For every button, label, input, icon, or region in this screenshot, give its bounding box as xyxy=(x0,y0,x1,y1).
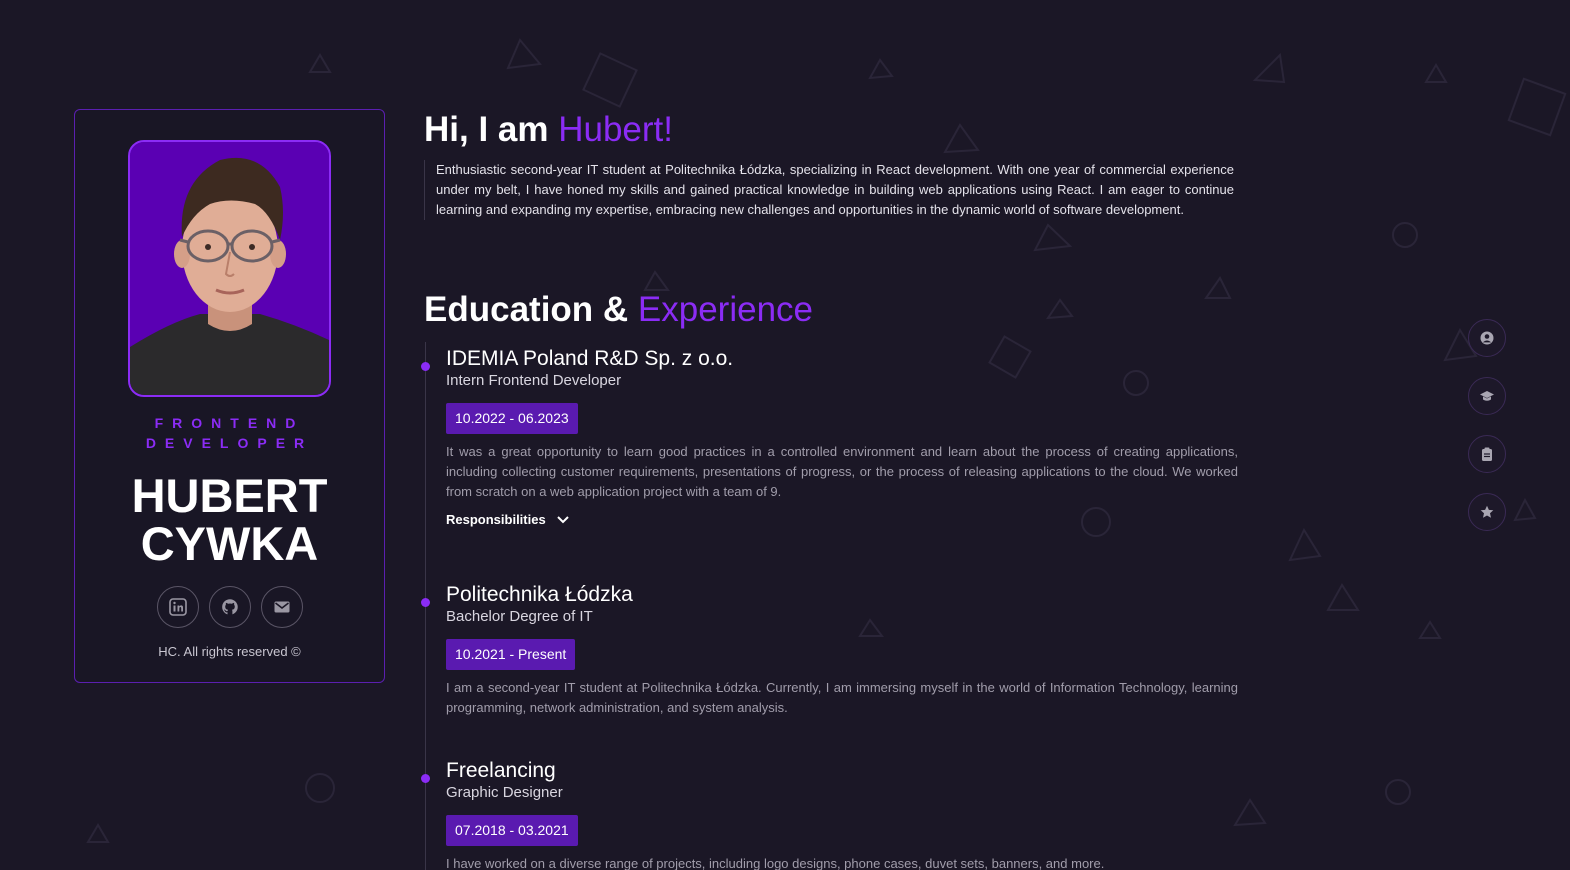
profile-name: HUBERT CYWKA xyxy=(75,472,384,568)
nav-projects-button[interactable] xyxy=(1468,435,1506,473)
hero-title: Hi, I am Hubert! xyxy=(424,108,673,152)
job-title-line2: DEVELOPER xyxy=(145,435,314,451)
graduation-cap-icon xyxy=(1480,391,1494,401)
timeline-entry: Politechnika Łódzka Bachelor Degree of I… xyxy=(421,582,1238,718)
github-icon xyxy=(221,599,238,615)
timeline-dot xyxy=(421,598,430,607)
linkedin-icon xyxy=(168,598,187,616)
section-title-part1: Education & xyxy=(424,290,638,329)
star-icon xyxy=(1480,505,1494,518)
entry-title: Freelancing xyxy=(446,759,556,782)
entry-subtitle: Intern Frontend Developer xyxy=(446,372,622,389)
entry-description: I have worked on a diverse range of proj… xyxy=(446,856,1105,870)
job-title: FRONTEND DEVELOPER xyxy=(75,413,384,453)
entry-title: Politechnika Łódzka xyxy=(446,583,633,606)
date-badge: 10.2022 - 06.2023 xyxy=(446,403,578,434)
profile-name-last: CYWKA xyxy=(140,517,319,570)
date-badge: 10.2021 - Present xyxy=(446,639,576,670)
responsibilities-label: Responsibilities xyxy=(446,512,546,527)
nav-education-button[interactable] xyxy=(1468,377,1506,415)
date-badge: 07.2018 - 03.2021 xyxy=(446,815,578,846)
entry-subtitle: Bachelor Degree of IT xyxy=(446,608,593,625)
clipboard-icon xyxy=(1482,447,1492,461)
chevron-down-icon xyxy=(556,515,569,523)
portfolio-page: FRONTEND DEVELOPER HUBERT CYWKA HC. All … xyxy=(0,0,1570,870)
education-section-title: Education & Experience xyxy=(424,288,813,332)
nav-skills-button[interactable] xyxy=(1468,493,1506,531)
entry-subtitle: Graphic Designer xyxy=(446,784,563,801)
social-links xyxy=(75,586,384,628)
timeline-entry: IDEMIA Poland R&D Sp. z o.o. Intern Fron… xyxy=(421,346,1238,527)
about-text: Enthusiastic second-year IT student at P… xyxy=(424,160,1234,220)
profile-name-first: HUBERT xyxy=(131,469,328,522)
hero-greeting: Hi, I am xyxy=(424,110,559,149)
entry-title: IDEMIA Poland R&D Sp. z o.o. xyxy=(446,347,734,370)
mail-icon xyxy=(274,601,289,613)
user-icon xyxy=(1480,331,1494,345)
profile-card: FRONTEND DEVELOPER HUBERT CYWKA HC. All … xyxy=(74,109,385,683)
entry-description: It was a great opportunity to learn good… xyxy=(446,444,1238,499)
email-button[interactable] xyxy=(260,586,303,628)
timeline-dot xyxy=(421,774,430,783)
job-title-line1: FRONTEND xyxy=(154,415,305,431)
entry-description: I am a second-year IT student at Politec… xyxy=(446,680,1238,715)
timeline-entry: Freelancing Graphic Designer 07.2018 - 0… xyxy=(421,758,1238,870)
responsibilities-toggle[interactable]: Responsibilities xyxy=(446,512,1238,527)
copyright-text: HC. All rights reserved © xyxy=(158,644,301,659)
timeline-dot xyxy=(421,362,430,371)
profile-photo xyxy=(128,140,331,397)
linkedin-button[interactable] xyxy=(156,586,199,628)
section-title-part2: Experience xyxy=(637,290,814,329)
nav-about-button[interactable] xyxy=(1468,319,1506,357)
hero-name: Hubert! xyxy=(558,110,673,149)
github-button[interactable] xyxy=(208,586,251,628)
